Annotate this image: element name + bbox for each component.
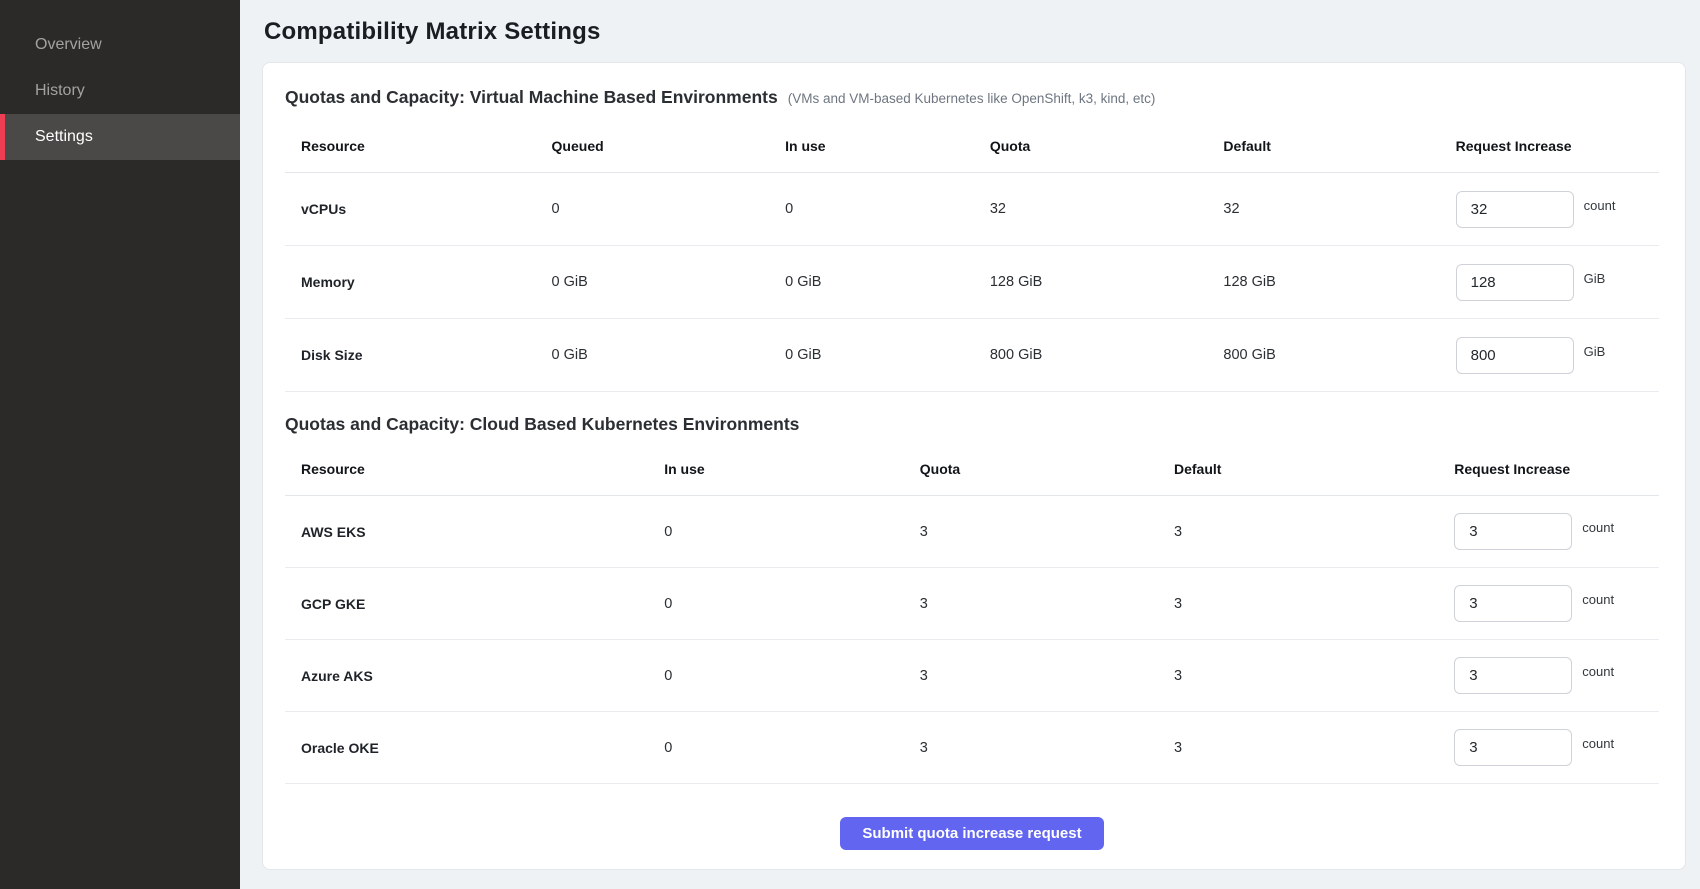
default-value: 128 GiB xyxy=(1223,274,1455,290)
vm-section-note: (VMs and VM-based Kubernetes like OpenSh… xyxy=(788,91,1156,106)
vm-section-title: Quotas and Capacity: Virtual Machine Bas… xyxy=(285,87,778,108)
unit-label: count xyxy=(1582,736,1614,751)
unit-label: count xyxy=(1582,520,1614,535)
column-header-default: Default xyxy=(1174,461,1454,477)
resource-label: Disk Size xyxy=(285,347,552,363)
column-header-request-increase: Request Increase xyxy=(1456,138,1659,154)
cloud-table-header: Resource In use Quota Default Request In… xyxy=(285,445,1659,496)
resource-label: Azure AKS xyxy=(285,668,664,684)
vm-table-header: Resource Queued In use Quota Default Req… xyxy=(285,122,1659,173)
card-footer: Submit quota increase request xyxy=(285,784,1659,850)
table-row-oracle-oke: Oracle OKE 0 3 3 count xyxy=(285,712,1659,784)
quota-value: 3 xyxy=(920,596,1174,612)
memory-request-input[interactable] xyxy=(1456,264,1574,301)
sidebar-item-label: History xyxy=(35,82,85,100)
submit-quota-increase-button[interactable]: Submit quota increase request xyxy=(840,817,1103,850)
in-use-value: 0 xyxy=(664,524,920,540)
column-header-quota: Quota xyxy=(990,138,1224,154)
sidebar: Overview History Settings xyxy=(0,0,240,889)
resource-label: Oracle OKE xyxy=(285,740,664,756)
resource-label: vCPUs xyxy=(285,201,552,217)
column-header-in-use: In use xyxy=(664,461,920,477)
cloud-section-title: Quotas and Capacity: Cloud Based Kuberne… xyxy=(285,414,799,435)
default-value: 3 xyxy=(1174,596,1454,612)
in-use-value: 0 GiB xyxy=(785,274,990,290)
resource-label: GCP GKE xyxy=(285,596,664,612)
default-value: 3 xyxy=(1174,740,1454,756)
table-row-aws-eks: AWS EKS 0 3 3 count xyxy=(285,496,1659,568)
unit-label: count xyxy=(1584,198,1616,213)
quota-value: 3 xyxy=(920,740,1174,756)
oracle-oke-request-input[interactable] xyxy=(1454,729,1572,766)
default-value: 32 xyxy=(1223,201,1455,217)
in-use-value: 0 xyxy=(664,668,920,684)
queued-value: 0 GiB xyxy=(552,274,786,290)
resource-label: Memory xyxy=(285,274,552,290)
unit-label: count xyxy=(1582,664,1614,679)
queued-value: 0 GiB xyxy=(552,347,786,363)
default-value: 3 xyxy=(1174,668,1454,684)
column-header-resource: Resource xyxy=(285,138,552,154)
vm-section-header: Quotas and Capacity: Virtual Machine Bas… xyxy=(285,87,1659,108)
in-use-value: 0 xyxy=(664,740,920,756)
column-header-queued: Queued xyxy=(552,138,786,154)
azure-aks-request-input[interactable] xyxy=(1454,657,1572,694)
disk-size-request-input[interactable] xyxy=(1456,337,1574,374)
table-row-azure-aks: Azure AKS 0 3 3 count xyxy=(285,640,1659,712)
gcp-gke-request-input[interactable] xyxy=(1454,585,1572,622)
quota-settings-card: Quotas and Capacity: Virtual Machine Bas… xyxy=(262,62,1686,870)
in-use-value: 0 GiB xyxy=(785,347,990,363)
sidebar-item-overview[interactable]: Overview xyxy=(0,22,240,68)
quota-value: 32 xyxy=(990,201,1224,217)
in-use-value: 0 xyxy=(785,201,990,217)
vcpus-request-input[interactable] xyxy=(1456,191,1574,228)
aws-eks-request-input[interactable] xyxy=(1454,513,1572,550)
table-row-vcpus: vCPUs 0 0 32 32 count xyxy=(285,173,1659,246)
in-use-value: 0 xyxy=(664,596,920,612)
quota-value: 3 xyxy=(920,668,1174,684)
column-header-resource: Resource xyxy=(285,461,664,477)
column-header-default: Default xyxy=(1223,138,1455,154)
column-header-quota: Quota xyxy=(920,461,1174,477)
column-header-in-use: In use xyxy=(785,138,990,154)
quota-value: 128 GiB xyxy=(990,274,1224,290)
unit-label: GiB xyxy=(1584,344,1606,359)
table-row-gcp-gke: GCP GKE 0 3 3 count xyxy=(285,568,1659,640)
column-header-request-increase: Request Increase xyxy=(1454,461,1659,477)
quota-value: 3 xyxy=(920,524,1174,540)
sidebar-item-label: Settings xyxy=(35,128,93,146)
table-row-disk-size: Disk Size 0 GiB 0 GiB 800 GiB 800 GiB Gi… xyxy=(285,319,1659,392)
page-title: Compatibility Matrix Settings xyxy=(264,18,1686,46)
resource-label: AWS EKS xyxy=(285,524,664,540)
quota-value: 800 GiB xyxy=(990,347,1224,363)
sidebar-item-history[interactable]: History xyxy=(0,68,240,114)
queued-value: 0 xyxy=(552,201,786,217)
sidebar-item-label: Overview xyxy=(35,36,102,54)
default-value: 3 xyxy=(1174,524,1454,540)
table-row-memory: Memory 0 GiB 0 GiB 128 GiB 128 GiB GiB xyxy=(285,246,1659,319)
unit-label: count xyxy=(1582,592,1614,607)
sidebar-item-settings[interactable]: Settings xyxy=(0,114,240,160)
main-content: Compatibility Matrix Settings Quotas and… xyxy=(240,0,1700,889)
default-value: 800 GiB xyxy=(1223,347,1455,363)
unit-label: GiB xyxy=(1584,271,1606,286)
cloud-section-header: Quotas and Capacity: Cloud Based Kuberne… xyxy=(285,414,1659,435)
